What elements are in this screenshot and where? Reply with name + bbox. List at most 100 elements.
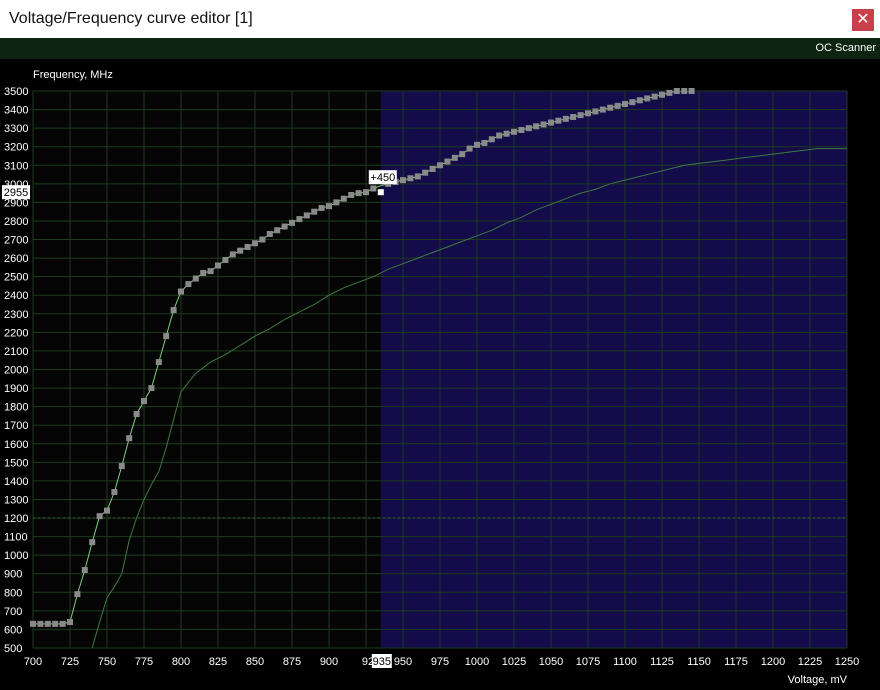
x-tick-label: 1025: [502, 656, 526, 668]
y-tick-label: 2500: [4, 272, 28, 284]
curve-point: [414, 173, 421, 180]
curve-point: [148, 385, 155, 392]
y-tick-label: 1000: [4, 550, 28, 562]
curve-point: [118, 463, 125, 470]
curve-point: [400, 177, 406, 184]
curve-point: [215, 262, 221, 269]
curve-point: [636, 97, 643, 104]
selected-point: [377, 189, 384, 196]
y-tick-label: 1200: [4, 513, 28, 525]
curve-point: [503, 130, 510, 137]
curve-point: [340, 195, 347, 202]
x-tick-label: 1175: [724, 656, 748, 668]
curve-point: [363, 189, 369, 196]
curve-point: [207, 268, 214, 275]
y-tick-label: 500: [4, 643, 22, 655]
curve-point: [126, 435, 133, 442]
curve-point: [133, 411, 140, 418]
x-tick-label: 1000: [465, 656, 489, 668]
curve-point: [370, 185, 377, 192]
curve-point: [237, 247, 244, 254]
x-tick-label: 900: [320, 656, 338, 668]
curve-point: [488, 136, 495, 143]
x-tick-label: 850: [246, 656, 264, 668]
y-tick-label: 2600: [4, 253, 28, 265]
y-tick-label: 2800: [4, 216, 28, 228]
y-value-marker-label: 2955: [4, 187, 28, 199]
x-tick-label: 800: [172, 656, 190, 668]
curve-point: [259, 236, 266, 243]
x-tick-label: 950: [394, 656, 412, 668]
x-tick-label: 750: [98, 656, 116, 668]
curve-point: [451, 154, 458, 161]
y-tick-label: 2400: [4, 290, 28, 302]
curve-point: [466, 145, 473, 152]
offset-tooltip-label: +450: [370, 172, 395, 184]
curve-point: [540, 121, 547, 128]
curve-point: [666, 89, 673, 96]
curve-point: [459, 151, 466, 158]
y-tick-label: 1400: [4, 476, 28, 488]
curve-point: [185, 281, 192, 288]
curve-point: [570, 113, 577, 120]
x-tick-label: 825: [209, 656, 227, 668]
y-tick-label: 1800: [4, 402, 28, 414]
curve-point: [289, 219, 295, 226]
curve-point: [518, 126, 525, 133]
y-tick-label: 1100: [4, 532, 28, 544]
x-tick-label: 1200: [761, 656, 785, 668]
curve-point: [170, 307, 177, 314]
x-tick-label: 975: [431, 656, 449, 668]
y-tick-label: 800: [4, 587, 22, 599]
curve-point: [192, 275, 199, 282]
y-tick-label: 3500: [4, 86, 28, 98]
curve-point: [592, 108, 599, 115]
curve-point: [229, 251, 236, 258]
y-tick-label: 2100: [4, 346, 28, 358]
y-tick-label: 3300: [4, 123, 28, 135]
oc-scanner-button[interactable]: OC Scanner: [815, 42, 876, 54]
curve-point: [326, 203, 332, 210]
curve-point: [89, 539, 96, 546]
x-tick-label: 1100: [613, 656, 637, 668]
curve-point: [74, 591, 81, 598]
y-tick-label: 900: [4, 569, 22, 581]
y-tick-label: 1300: [4, 494, 28, 506]
curve-point: [688, 88, 695, 94]
curve-point: [81, 567, 88, 574]
curve-point: [274, 227, 281, 234]
x-tick-label: 1150: [687, 656, 711, 668]
curve-point: [333, 199, 340, 206]
curve-point: [659, 91, 665, 98]
close-button[interactable]: ✕: [852, 9, 874, 31]
curve-point: [525, 125, 532, 132]
curve-point: [355, 190, 362, 197]
toolbar: OC Scanner: [0, 38, 880, 59]
y-tick-label: 3100: [4, 160, 28, 172]
curve-point: [548, 119, 554, 126]
x-tick-label: 775: [135, 656, 153, 668]
x-tick-label: 875: [283, 656, 301, 668]
curve-point: [311, 208, 318, 215]
curve-point: [629, 99, 636, 106]
curve-point: [303, 212, 310, 219]
curve-point: [622, 100, 628, 107]
x-tick-label: 1250: [835, 656, 859, 668]
curve-point: [437, 162, 443, 169]
y-tick-label: 1600: [4, 439, 28, 451]
curve-point: [266, 230, 273, 237]
vf-curve-chart[interactable]: 500 600 700 800 900 1000 1100 1200 1300 1400 1500 1…: [0, 59, 880, 690]
title-bar: Voltage/Frequency curve editor [1] ✕: [0, 0, 880, 38]
curve-point: [111, 489, 118, 496]
curve-point: [673, 88, 680, 94]
curve-point: [296, 216, 303, 223]
curve-point: [348, 191, 355, 198]
x-tick-label: 1075: [576, 656, 600, 668]
curve-point: [577, 112, 584, 119]
y-tick-label: 700: [4, 606, 22, 618]
curve-point: [252, 240, 258, 247]
curve-point: [163, 333, 170, 340]
curve-point: [644, 95, 651, 102]
curve-point: [37, 620, 44, 627]
x-tick-label: 1050: [539, 656, 563, 668]
